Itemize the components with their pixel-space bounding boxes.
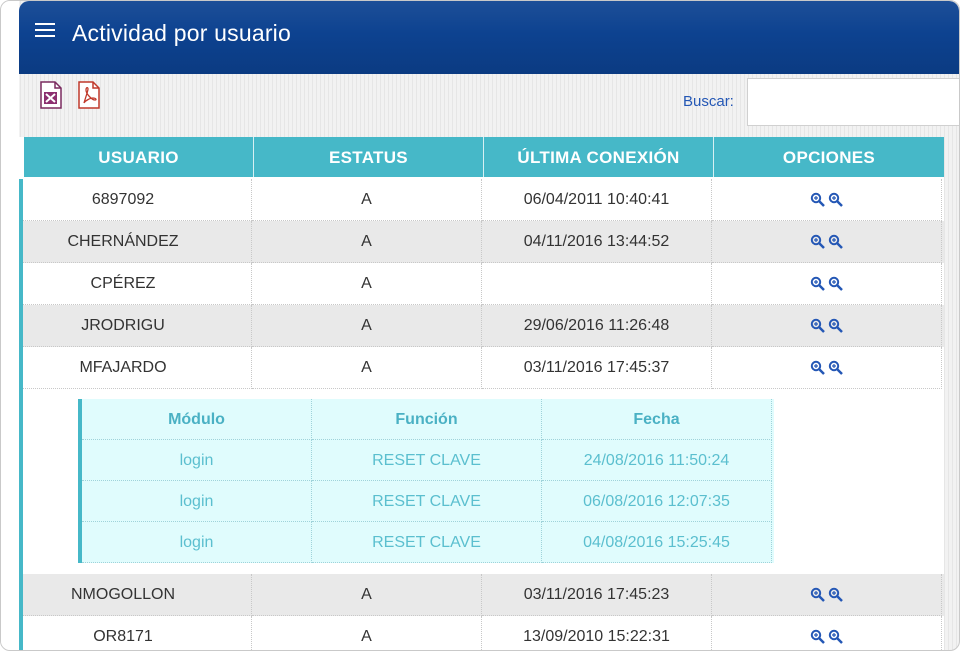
usuario-cell: OR8171 bbox=[93, 628, 153, 645]
user-activity-detail: Módulo Función Fecha login RESET CLAVE 2… bbox=[19, 389, 944, 575]
detail-fecha: 06/08/2016 12:07:35 bbox=[542, 481, 772, 522]
detail-funcion: RESET CLAVE bbox=[312, 481, 542, 522]
detail-column-funcion: Función bbox=[312, 399, 542, 440]
estatus-cell: A bbox=[252, 616, 482, 650]
column-header-ultima-conexion[interactable]: ÚLTIMA CONEXIÓN bbox=[484, 137, 714, 177]
estatus-cell: A bbox=[252, 263, 482, 305]
detail-column-modulo: Módulo bbox=[82, 399, 312, 440]
zoom-in-icon[interactable] bbox=[810, 234, 826, 250]
detail-column-fecha: Fecha bbox=[542, 399, 772, 440]
table-row[interactable]: MFAJARDO A 03/11/2016 17:45:37 bbox=[19, 347, 944, 389]
zoom-in-icon[interactable] bbox=[810, 360, 826, 376]
zoom-in-icon[interactable] bbox=[810, 587, 826, 603]
opciones-cell bbox=[712, 574, 942, 616]
opciones-cell bbox=[712, 263, 942, 305]
detail-fecha: 04/08/2016 15:25:45 bbox=[542, 522, 772, 563]
estatus-cell: A bbox=[252, 221, 482, 263]
conexion-cell: 03/11/2016 17:45:37 bbox=[482, 347, 712, 389]
table-row[interactable]: NMOGOLLON A 03/11/2016 17:45:23 bbox=[19, 574, 944, 616]
conexion-cell: 13/09/2010 15:22:31 bbox=[482, 616, 712, 650]
conexion-cell: 06/04/2011 10:40:41 bbox=[482, 179, 712, 221]
detail-fecha: 24/08/2016 11:50:24 bbox=[542, 440, 772, 481]
table-row[interactable]: 6897092 A 06/04/2011 10:40:41 bbox=[19, 179, 944, 221]
opciones-cell bbox=[712, 347, 942, 389]
zoom-in-icon[interactable] bbox=[810, 192, 826, 208]
search-input[interactable] bbox=[747, 78, 959, 126]
detail-row: login RESET CLAVE 04/08/2016 15:25:45 bbox=[78, 522, 774, 563]
table-header: USUARIO ESTATUS ÚLTIMA CONEXIÓN OPCIONES bbox=[24, 137, 944, 177]
estatus-cell: A bbox=[252, 305, 482, 347]
estatus-cell: A bbox=[252, 179, 482, 221]
page-header: Actividad por usuario bbox=[19, 1, 959, 74]
table-row[interactable]: CPÉREZ A bbox=[19, 263, 944, 305]
conexion-cell: 29/06/2016 11:26:48 bbox=[482, 305, 712, 347]
usuario-cell: MFAJARDO bbox=[79, 359, 167, 376]
zoom-in-icon[interactable] bbox=[828, 318, 844, 334]
usuario-cell: JRODRIGU bbox=[81, 317, 165, 334]
usuario-cell: 6897092 bbox=[91, 191, 155, 208]
column-header-estatus[interactable]: ESTATUS bbox=[254, 137, 484, 177]
opciones-cell bbox=[712, 221, 942, 263]
detail-table: Módulo Función Fecha login RESET CLAVE 2… bbox=[78, 399, 774, 563]
activity-table: USUARIO ESTATUS ÚLTIMA CONEXIÓN OPCIONES… bbox=[19, 137, 944, 650]
estatus-cell: A bbox=[252, 347, 482, 389]
detail-header: Módulo Función Fecha bbox=[78, 399, 774, 440]
conexion-cell: 04/11/2016 13:44:52 bbox=[482, 221, 712, 263]
zoom-in-icon[interactable] bbox=[828, 629, 844, 645]
zoom-in-icon[interactable] bbox=[828, 192, 844, 208]
detail-funcion: RESET CLAVE bbox=[312, 440, 542, 481]
detail-row: login RESET CLAVE 24/08/2016 11:50:24 bbox=[78, 440, 774, 481]
usuario-cell: CPÉREZ bbox=[90, 275, 156, 292]
usuario-cell: NMOGOLLON bbox=[70, 586, 175, 603]
conexion-cell bbox=[482, 263, 712, 305]
zoom-in-icon[interactable] bbox=[828, 276, 844, 292]
table-row[interactable]: CHERNÁNDEZ A 04/11/2016 13:44:52 bbox=[19, 221, 944, 263]
zoom-in-icon[interactable] bbox=[810, 276, 826, 292]
opciones-cell bbox=[712, 305, 942, 347]
opciones-cell bbox=[712, 179, 942, 221]
column-header-usuario[interactable]: USUARIO bbox=[24, 137, 254, 177]
usuario-cell: CHERNÁNDEZ bbox=[67, 233, 179, 250]
pdf-export-icon[interactable] bbox=[76, 81, 102, 109]
detail-modulo: login bbox=[82, 481, 312, 522]
zoom-in-icon[interactable] bbox=[828, 234, 844, 250]
zoom-in-icon[interactable] bbox=[828, 360, 844, 376]
conexion-cell: 03/11/2016 17:45:23 bbox=[482, 574, 712, 616]
zoom-in-icon[interactable] bbox=[810, 318, 826, 334]
detail-modulo: login bbox=[82, 522, 312, 563]
excel-export-icon[interactable] bbox=[38, 81, 64, 109]
detail-modulo: login bbox=[82, 440, 312, 481]
zoom-in-icon[interactable] bbox=[810, 629, 826, 645]
search-label: Buscar: bbox=[683, 93, 734, 110]
column-header-opciones: OPCIONES bbox=[782, 148, 876, 167]
app-window: Actividad por usuario Buscar: USUARIO ES… bbox=[0, 0, 960, 651]
estatus-cell: A bbox=[252, 574, 482, 616]
detail-row: login RESET CLAVE 06/08/2016 12:07:35 bbox=[78, 481, 774, 522]
detail-funcion: RESET CLAVE bbox=[312, 522, 542, 563]
page-title: Actividad por usuario bbox=[72, 20, 291, 46]
left-gutter bbox=[1, 1, 19, 650]
hamburger-menu-icon[interactable] bbox=[35, 23, 55, 39]
opciones-cell bbox=[712, 616, 942, 650]
table-row[interactable]: OR8171 A 13/09/2010 15:22:31 bbox=[19, 616, 944, 650]
zoom-in-icon[interactable] bbox=[828, 587, 844, 603]
table-row[interactable]: JRODRIGU A 29/06/2016 11:26:48 bbox=[19, 305, 944, 347]
